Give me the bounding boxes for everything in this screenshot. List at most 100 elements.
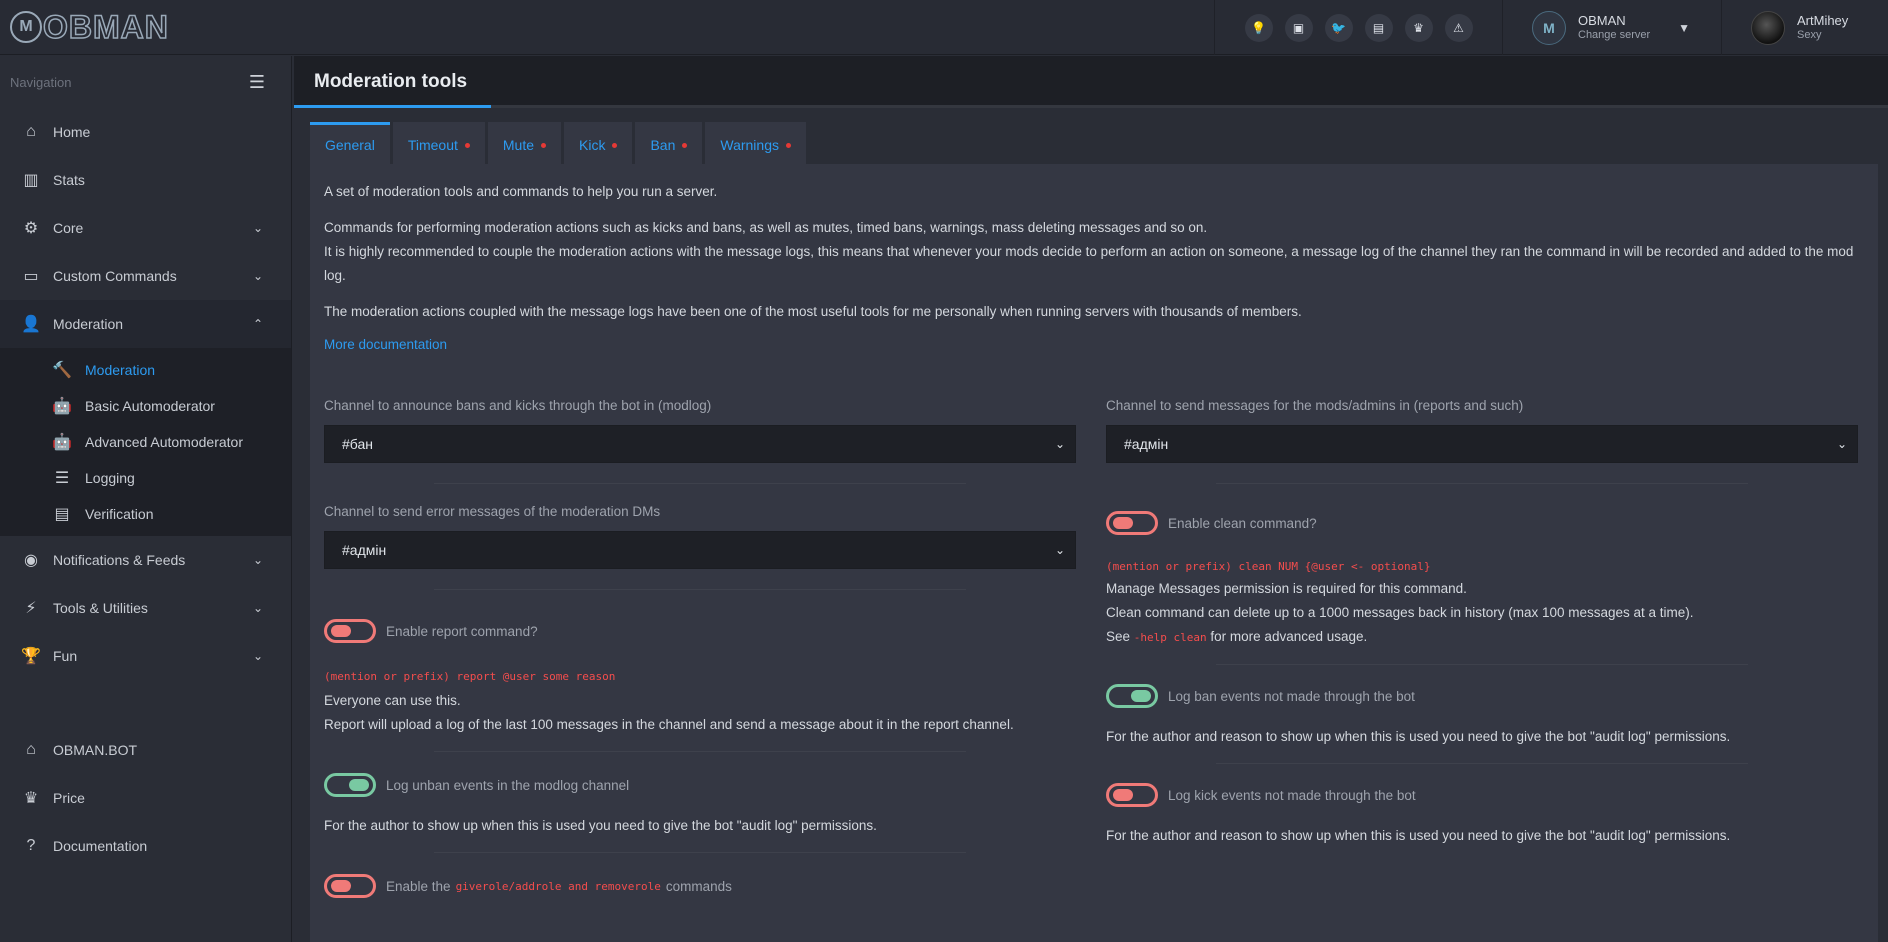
report-command-label: Enable report command? — [386, 623, 538, 639]
main-content: Moderation tools General Timeout Mute Ki… — [294, 56, 1888, 942]
report-channel-select[interactable]: #адмін ⌄ — [1106, 425, 1858, 463]
ban-log-toggle[interactable] — [1106, 684, 1158, 708]
intro-paragraph: The moderation actions coupled with the … — [324, 304, 1302, 319]
lightbulb-icon[interactable]: 💡 — [1244, 13, 1273, 42]
tab-label: Kick — [579, 136, 606, 153]
sidebar-item-obman-bot[interactable]: ⌂ OBMAN.BOT — [0, 726, 291, 774]
ticket-icon[interactable]: ▤ — [1364, 13, 1393, 42]
server-avatar: M — [1532, 10, 1566, 45]
sidebar-item-stats[interactable]: ▥ Stats — [0, 156, 291, 204]
chevron-down-icon: ⌄ — [1836, 437, 1847, 451]
sidebar-item-fun[interactable]: 🏆 Fun ⌄ — [0, 632, 291, 680]
kick-log-info: For the author and reason to show up whe… — [1106, 828, 1731, 843]
robot-icon: 🤖 — [52, 434, 72, 451]
sidebar-item-documentation[interactable]: ? Documentation — [0, 822, 291, 870]
sidebar-item-label: Stats — [53, 172, 85, 188]
page-title: Moderation tools — [314, 71, 468, 92]
giverole-suffix: commands — [665, 878, 732, 894]
intro-paragraph: It is highly recommended to couple the m… — [324, 244, 1854, 283]
server-subtitle: Change server — [1578, 28, 1651, 41]
intro-paragraph: Commands for performing moderation actio… — [324, 220, 1208, 235]
sidebar-item-label: Documentation — [53, 838, 148, 854]
crown-icon[interactable]: ♛ — [1404, 13, 1433, 42]
robot-icon: 🤖 — [52, 398, 72, 415]
subnav-item-basic-automoderator[interactable]: 🤖 Basic Automoderator — [0, 388, 291, 424]
subnav-item-advanced-automoderator[interactable]: 🤖 Advanced Automoderator — [0, 424, 291, 460]
sidebar-item-core[interactable]: ⚙ Core ⌄ — [0, 204, 291, 252]
divider — [434, 483, 966, 484]
sidebar-item-label: Price — [53, 790, 85, 806]
subnav-item-verification[interactable]: ▤ Verification — [0, 496, 291, 532]
unban-log-info: For the author to show up when this is u… — [324, 818, 877, 833]
tab-general[interactable]: General — [310, 122, 390, 164]
kick-log-row: Log kick events not made through the bot — [1106, 782, 1858, 808]
chart-icon: ▥ — [23, 172, 39, 189]
clean-see-suffix: for more advanced usage. — [1210, 629, 1368, 644]
modlog-channel-label: Channel to announce bans and kicks throu… — [324, 398, 712, 413]
intro-paragraph: A set of moderation tools and commands t… — [324, 184, 718, 199]
report-command-syntax: (mention or prefix) report @user some re… — [324, 670, 616, 683]
tab-kick[interactable]: Kick — [564, 122, 633, 164]
discord-icon[interactable]: ▣ — [1284, 13, 1313, 42]
subnav-item-moderation[interactable]: 🔨 Moderation — [0, 352, 291, 388]
sidebar-item-label: Notifications & Feeds — [53, 552, 186, 568]
sidebar-item-notifications-feeds[interactable]: ◉ Notifications & Feeds ⌄ — [0, 536, 291, 584]
user-menu[interactable]: ArtMihey Sexy — [1723, 0, 1888, 55]
clean-see: See -help clean for more advanced usage. — [1106, 625, 1858, 650]
giverole-toggle[interactable] — [324, 874, 376, 898]
user-subtitle: Sexy — [1797, 28, 1822, 41]
subnav-item-label: Verification — [85, 506, 154, 522]
database-icon: ☰ — [54, 470, 70, 487]
server-name: OBMAN — [1578, 12, 1626, 28]
crown-icon: ♛ — [23, 790, 39, 807]
brand-logo[interactable]: M OBMAN — [10, 10, 169, 44]
warning-icon[interactable]: ⚠ — [1444, 13, 1473, 42]
closed-captioning-icon: ▭ — [23, 268, 39, 285]
status-dot — [541, 143, 546, 148]
hamburger-menu-icon[interactable]: ☰ — [249, 72, 265, 93]
id-card-icon: ▤ — [54, 506, 70, 523]
select-value: #адмін — [1124, 436, 1169, 452]
divider — [1216, 483, 1748, 484]
report-channel-label: Channel to send messages for the mods/ad… — [1106, 398, 1524, 413]
ban-log-row: Log ban events not made through the bot — [1106, 683, 1858, 709]
sidebar-item-tools-utilities[interactable]: ⚡ Tools & Utilities ⌄ — [0, 584, 291, 632]
sidebar-item-custom-commands[interactable]: ▭ Custom Commands ⌄ — [0, 252, 291, 300]
subnav-item-logging[interactable]: ☰ Logging — [0, 460, 291, 496]
tab-warnings[interactable]: Warnings — [705, 122, 806, 164]
select-value: #адмін — [342, 542, 387, 558]
clean-see-code: -help clean — [1133, 631, 1207, 644]
clean-see-prefix: See — [1106, 629, 1131, 644]
chevron-up-icon: ⌃ — [252, 317, 263, 331]
page-header: Moderation tools — [294, 56, 1888, 108]
tab-timeout[interactable]: Timeout — [392, 122, 485, 164]
clean-command-label: Enable clean command? — [1168, 515, 1317, 531]
more-documentation-link[interactable]: More documentation — [324, 337, 447, 352]
ban-log-label: Log ban events not made through the bot — [1168, 688, 1415, 704]
chevron-down-icon: ⌄ — [252, 221, 263, 235]
clean-command-syntax: (mention or prefix) clean NUM {@user <- … — [1106, 560, 1431, 573]
user-shield-icon: 👤 — [21, 316, 41, 333]
tab-ban[interactable]: Ban — [635, 122, 703, 164]
server-switcher[interactable]: M OBMAN Change server ▼ — [1504, 0, 1722, 55]
error-channel-select[interactable]: #адмін ⌄ — [324, 531, 1076, 569]
chevron-down-icon: ⌄ — [252, 601, 263, 615]
tab-label: Warnings — [720, 136, 779, 153]
unban-log-toggle[interactable] — [324, 773, 376, 797]
twitter-icon[interactable]: 🐦 — [1324, 13, 1353, 42]
chevron-down-icon: ⌄ — [1054, 437, 1065, 451]
logo-text: OBMAN — [42, 9, 169, 45]
chevron-down-icon: ⌄ — [1054, 543, 1065, 557]
clean-command-toggle[interactable] — [1106, 511, 1158, 535]
tab-mute[interactable]: Mute — [487, 122, 561, 164]
sidebar-item-label: Moderation — [53, 316, 124, 332]
divider — [434, 589, 966, 590]
sidebar-item-price[interactable]: ♛ Price — [0, 774, 291, 822]
modlog-channel-select[interactable]: #бан ⌄ — [324, 425, 1076, 463]
report-command-toggle[interactable] — [324, 619, 376, 643]
sidebar-item-label: OBMAN.BOT — [53, 742, 138, 758]
kick-log-toggle[interactable] — [1106, 783, 1158, 807]
sidebar-item-home[interactable]: ⌂ Home — [0, 108, 291, 156]
kick-log-label: Log kick events not made through the bot — [1168, 787, 1416, 803]
sidebar-item-moderation[interactable]: 👤 Moderation ⌃ — [0, 300, 291, 348]
